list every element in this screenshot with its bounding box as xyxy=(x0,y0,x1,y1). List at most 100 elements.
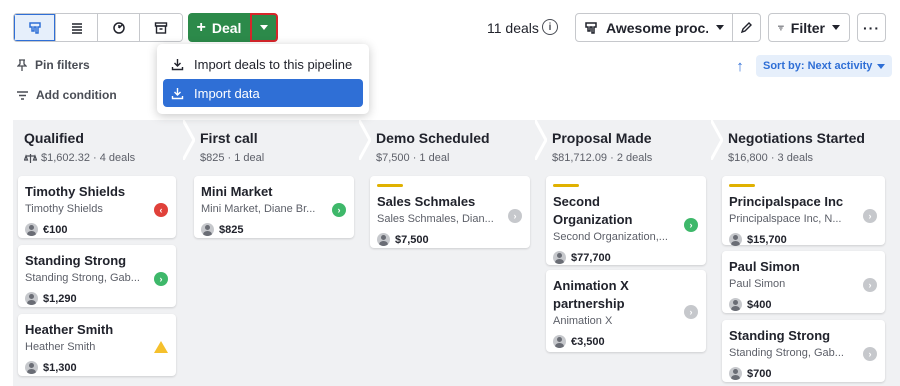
chevron-down-icon xyxy=(716,25,724,30)
deal-subtitle: Heather Smith xyxy=(25,341,96,353)
rotting-indicator xyxy=(377,184,403,187)
filter-button[interactable]: Filter xyxy=(768,13,850,42)
deal-card[interactable]: Paul Simon Paul Simon $400 › xyxy=(722,251,885,313)
deal-title: Animation X xyxy=(553,278,629,293)
import-deals-to-pipeline-item[interactable]: Import deals to this pipeline xyxy=(163,50,363,78)
schedule-activity-icon[interactable]: › xyxy=(863,278,877,292)
add-condition-link[interactable]: Add condition xyxy=(17,88,117,102)
person-icon xyxy=(25,223,38,236)
stage-column-first-call: First call $825 · 1 deal Mini Market Min… xyxy=(189,120,365,386)
stage-summary: $1,602.32 · 4 deals xyxy=(24,152,135,164)
add-deal-dropdown-toggle[interactable] xyxy=(250,13,278,42)
deal-value-text: $15,700 xyxy=(747,233,787,246)
list-view-button[interactable] xyxy=(56,14,98,41)
stage-column-negotiations-started: Negotiations Started $16,800 · 3 deals P… xyxy=(717,120,900,386)
deal-title: Principalspace Inc xyxy=(729,194,844,209)
stage-name: Demo Scheduled xyxy=(376,130,490,146)
deal-card[interactable]: Animation X partnership Animation X €3,5… xyxy=(546,270,706,352)
person-icon xyxy=(25,361,38,374)
deal-value: $7,500 xyxy=(377,233,523,246)
edit-pipeline-button[interactable] xyxy=(732,13,761,42)
deal-value: $400 xyxy=(729,298,878,311)
deal-subtitle: Animation X xyxy=(553,315,613,327)
dropdown-item-label: Import data xyxy=(194,85,260,101)
archive-view-button[interactable] xyxy=(140,14,182,41)
stage-summary: $825 · 1 deal xyxy=(200,152,264,164)
schedule-activity-icon[interactable]: › xyxy=(863,209,877,223)
person-icon xyxy=(377,233,390,246)
deal-value: €3,500 xyxy=(553,335,699,348)
deal-value: $1,290 xyxy=(25,292,169,305)
deal-title: Second xyxy=(553,194,600,209)
sort-direction-button[interactable]: ↑ xyxy=(729,55,751,77)
overdue-activity-icon[interactable]: ‹ xyxy=(154,203,168,217)
stage-name: Qualified xyxy=(24,130,84,146)
deal-value: $1,300 xyxy=(25,361,169,374)
pin-filters-link[interactable]: Pin filters xyxy=(17,58,90,72)
deal-title: Timothy Shields xyxy=(25,184,126,199)
deal-card[interactable]: Second Organization Second Organization,… xyxy=(546,176,706,265)
deal-value-text: €100 xyxy=(43,223,68,236)
deal-value: $15,700 xyxy=(729,233,878,246)
import-data-item[interactable]: Import data xyxy=(163,79,363,107)
pipeline-view-button[interactable] xyxy=(14,14,56,41)
add-deal-button[interactable]: + Deal xyxy=(188,13,250,42)
deal-value: $825 xyxy=(201,223,347,236)
deal-value: $77,700 xyxy=(553,251,699,264)
pipeline-select[interactable]: Awesome proc... xyxy=(575,13,733,42)
person-icon xyxy=(729,367,742,380)
info-icon[interactable]: i xyxy=(542,19,558,35)
deal-card[interactable]: Heather Smith Heather Smith $1,300 xyxy=(18,314,176,376)
deal-value: $700 xyxy=(729,367,878,380)
stage-summary: $16,800 · 3 deals xyxy=(728,152,813,164)
filter-label: Filter xyxy=(790,19,825,36)
planned-activity-icon[interactable]: › xyxy=(332,203,346,217)
stage-summary: $7,500 · 1 deal xyxy=(376,152,449,164)
person-icon xyxy=(201,223,214,236)
warning-icon[interactable] xyxy=(154,341,168,353)
deal-title: Heather Smith xyxy=(25,322,114,337)
person-icon xyxy=(553,335,566,348)
deal-subtitle: Standing Strong, Gab... xyxy=(25,272,140,284)
deal-card[interactable]: Principalspace Inc Principalspace Inc, N… xyxy=(722,176,885,246)
stage-separator-arrow xyxy=(183,120,195,160)
stage-summary-text: $1,602.32 · 4 deals xyxy=(41,152,136,164)
deal-value: €100 xyxy=(25,223,169,236)
deal-value-text: $700 xyxy=(747,367,772,380)
deal-value-text: $77,700 xyxy=(571,251,611,264)
schedule-activity-icon[interactable]: › xyxy=(508,209,522,223)
stage-summary-text: $825 · 1 deal xyxy=(200,152,265,164)
pin-filters-label: Pin filters xyxy=(35,58,90,72)
stage-name: First call xyxy=(200,130,258,146)
stage-column-proposal-made: Proposal Made $81,712.09 · 2 deals Secon… xyxy=(541,120,717,386)
stage-separator-arrow xyxy=(535,120,547,160)
deal-title: Standing Strong xyxy=(25,253,127,268)
pipeline-board: Qualified $1,602.32 · 4 deals Timothy Sh… xyxy=(13,120,900,386)
forecast-view-button[interactable] xyxy=(98,14,140,41)
stage-name: Negotiations Started xyxy=(728,130,865,146)
rotting-indicator xyxy=(729,184,755,187)
dropdown-item-label: Import deals to this pipeline xyxy=(194,56,353,72)
planned-activity-icon[interactable]: › xyxy=(154,272,168,286)
more-icon: ··· xyxy=(863,19,880,36)
download-icon xyxy=(171,58,184,70)
schedule-activity-icon[interactable]: › xyxy=(863,347,877,361)
stage-column-qualified: Qualified $1,602.32 · 4 deals Timothy Sh… xyxy=(13,120,189,386)
pencil-icon xyxy=(740,22,752,34)
deal-card[interactable]: Standing Strong Standing Strong, Gab... … xyxy=(722,320,885,382)
deal-card[interactable]: Timothy Shields Timothy Shields €100 ‹ xyxy=(18,176,176,238)
deal-card[interactable]: Standing Strong Standing Strong, Gab... … xyxy=(18,245,176,307)
deal-value-text: $7,500 xyxy=(395,233,429,246)
deal-value-text: €3,500 xyxy=(571,335,605,348)
add-deal-dropdown-menu: Import deals to this pipeline Import dat… xyxy=(157,44,369,114)
deal-subtitle: Mini Market, Diane Br... xyxy=(201,203,316,215)
more-options-button[interactable]: ··· xyxy=(857,13,886,42)
deal-title: Sales Schmales xyxy=(377,194,476,209)
deal-card[interactable]: Sales Schmales Sales Schmales, Dian... $… xyxy=(370,176,530,248)
deal-value-text: $1,290 xyxy=(43,292,77,305)
sort-by-button[interactable]: Sort by: Next activity xyxy=(756,55,893,77)
deal-card[interactable]: Mini Market Mini Market, Diane Br... $82… xyxy=(194,176,354,238)
schedule-activity-icon[interactable]: › xyxy=(684,305,698,319)
planned-activity-icon[interactable]: › xyxy=(684,218,698,232)
forecast-view-icon xyxy=(112,21,125,34)
